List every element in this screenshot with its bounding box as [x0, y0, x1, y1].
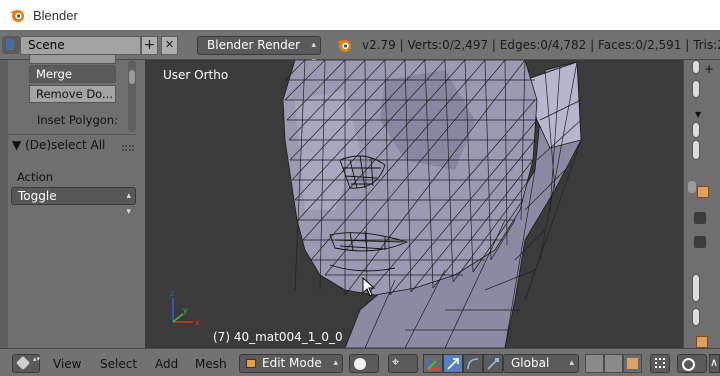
remove-doubles-button[interactable]: Remove Do...	[29, 85, 116, 103]
inset-polygon-label: Inset Polygon:	[37, 113, 118, 127]
orientation-label: Global	[511, 356, 550, 370]
active-object-label: (7) 40_mat004_1_0_0	[213, 330, 343, 344]
axis-y-label: y	[183, 306, 188, 315]
vertex-select-icon[interactable]	[585, 354, 604, 373]
solid-shading-icon	[354, 358, 366, 370]
action-dropdown[interactable]: Toggle ▴ ▾	[11, 187, 136, 217]
scroll-pill[interactable]	[692, 80, 700, 98]
interaction-mode-dropdown[interactable]: Edit Mode ▴▾	[239, 354, 343, 376]
arrow-icon	[447, 358, 459, 370]
scroll-pill[interactable]	[692, 60, 700, 74]
dropdown-arrows-icon: ▴▾	[569, 358, 574, 376]
tool-shelf: Merge Remove Do... Inset Polygon: ▼ (De)…	[0, 54, 145, 348]
axis-x-label: x	[195, 318, 200, 327]
merge-dropdown[interactable]: Merge	[29, 65, 116, 83]
tool-handle-icon[interactable]	[688, 181, 696, 193]
proportional-edit-icon[interactable]	[677, 354, 707, 373]
toggle-box[interactable]	[694, 236, 706, 248]
menu-select[interactable]: Select	[100, 357, 137, 371]
toggle-box[interactable]	[694, 212, 706, 224]
scroll-pill[interactable]	[692, 274, 700, 302]
action-label: Action	[17, 170, 54, 184]
render-engine-dropdown[interactable]: Blender Render ▴▾	[197, 36, 321, 67]
viewport-shading-dropdown[interactable]	[349, 354, 379, 373]
3d-viewport[interactable]: User Ortho z y x (7) 40_mat004_1_0_0	[145, 60, 683, 348]
transform-orientation-dropdown[interactable]: Global ▴▾	[503, 354, 579, 376]
remove-scene-button[interactable]: ✕	[161, 36, 178, 55]
edit-mode-icon	[246, 359, 256, 368]
scrollbar-thumb[interactable]	[129, 70, 135, 84]
object-data-icon[interactable]	[696, 336, 708, 348]
mode-label: Edit Mode	[262, 356, 322, 370]
collapse-arrow-icon[interactable]: ▼	[695, 110, 701, 119]
tool-shelf-tabs[interactable]	[0, 60, 8, 348]
info-editor-icon[interactable]	[2, 36, 20, 54]
render-engine-label: Blender Render	[207, 38, 301, 52]
pivot-point-dropdown[interactable]: ⌖	[388, 354, 418, 373]
limit-selection-icon[interactable]	[650, 354, 670, 373]
scale-line-icon	[487, 358, 499, 370]
rotate-icon[interactable]	[463, 354, 483, 373]
add-panel-icon[interactable]: +	[704, 62, 714, 76]
scale-icon[interactable]	[483, 354, 503, 373]
blender-logo-icon	[337, 40, 351, 52]
snap-toggle[interactable]: ∧	[709, 354, 720, 373]
action-value: Toggle	[18, 189, 57, 203]
pivot-point-icon: ⌖	[392, 355, 400, 370]
menu-view[interactable]: View	[53, 357, 81, 371]
add-scene-button[interactable]: +	[141, 36, 158, 55]
menu-mesh[interactable]: Mesh	[195, 357, 227, 371]
properties-strip: + ▼	[683, 60, 720, 348]
edge-select-icon[interactable]	[604, 354, 623, 373]
axes-gizmo-icon	[427, 358, 439, 370]
head-mesh-wireframe[interactable]	[145, 60, 683, 348]
scroll-pill[interactable]	[692, 122, 700, 138]
scene-selector[interactable]: Scene	[20, 36, 141, 55]
axis-z-label: z	[170, 289, 174, 298]
panel-divider	[8, 134, 136, 135]
mouse-cursor-icon	[362, 277, 376, 297]
scene-stats: v2.79 | Verts:0/2,497 | Edges:0/4,782 | …	[362, 38, 720, 52]
occlusion-glyph-icon	[655, 358, 665, 368]
scroll-pill[interactable]	[692, 308, 700, 326]
panel-title: (De)select All	[25, 138, 106, 152]
menu-add[interactable]: Add	[155, 357, 178, 371]
dropdown-arrows-icon: ▴▾	[333, 358, 338, 376]
dropdown-arrows-icon: ▴▾	[126, 191, 131, 217]
arc-icon	[467, 358, 479, 370]
panel-drag-grip-icon[interactable]	[122, 145, 134, 151]
window-titlebar: Blender	[0, 0, 720, 30]
object-data-icon[interactable]	[697, 186, 709, 198]
collapse-triangle-icon: ▼	[12, 138, 22, 152]
window-title: Blender	[33, 7, 78, 23]
3d-view-header: View Select Add Mesh Edit Mode ▴▾ ⌖ Glob…	[0, 348, 720, 376]
translate-icon[interactable]	[443, 354, 463, 373]
face-cube-icon	[627, 358, 638, 369]
partial-button[interactable]	[29, 54, 116, 64]
view-label: User Ortho	[163, 68, 229, 82]
deselect-all-panel-header[interactable]: ▼ (De)select All	[12, 138, 105, 152]
blender-logo-icon	[10, 10, 24, 22]
view3d-editor-icon[interactable]	[12, 354, 40, 373]
axis-gizmo: z y x	[170, 289, 200, 327]
face-select-icon[interactable]	[623, 354, 642, 373]
manipulator-toggle-icon[interactable]	[423, 354, 443, 373]
scroll-pill[interactable]	[692, 140, 700, 160]
